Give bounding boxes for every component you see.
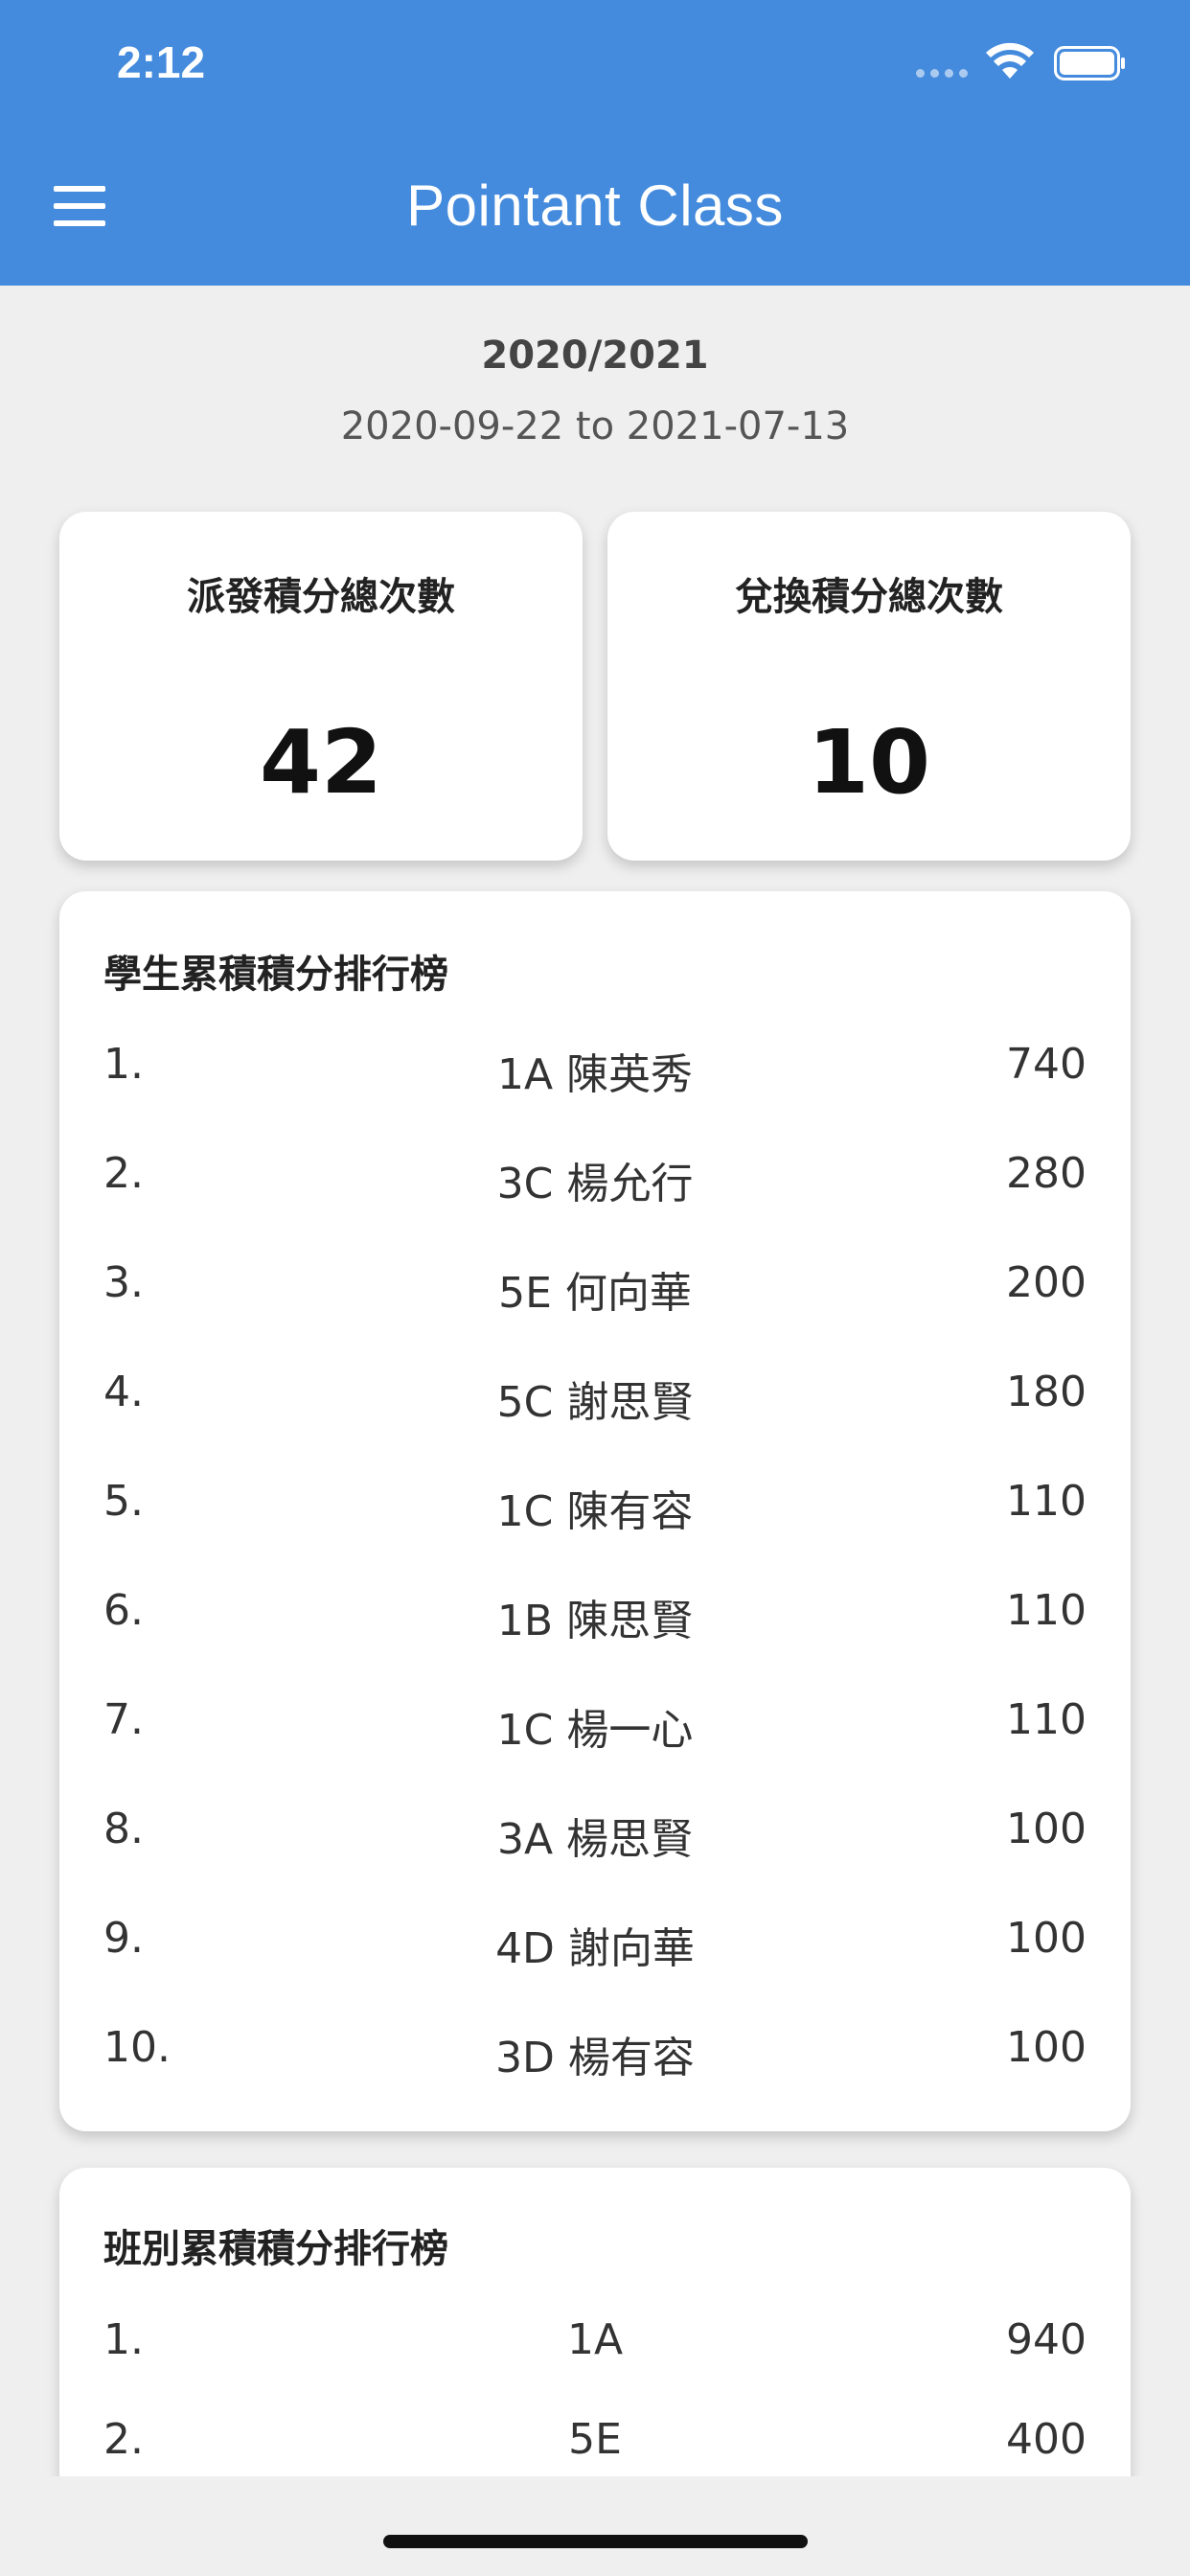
student-rank-row: 6. 1B 陳思賢 110 <box>103 1575 1087 1651</box>
student-name: 3A 楊思賢 <box>496 1815 694 1864</box>
class-rank-row: 1. 1A 940 <box>103 2304 1087 2380</box>
status-time: 2:12 <box>117 37 206 87</box>
class-points: 940 <box>1006 2315 1087 2364</box>
student-name: 1C 楊一心 <box>496 1706 694 1755</box>
class-ranking-title: 班別累積積分排行榜 <box>103 2227 448 2271</box>
student-points: 100 <box>1006 1914 1087 1963</box>
student-rank-row: 3. 5E 何向華 200 <box>103 1247 1087 1323</box>
student-rank-row: 8. 3A 楊思賢 100 <box>103 1793 1087 1870</box>
app-screen: 2:12 Pointant Class 2020/2021 2020-09-22… <box>0 0 1190 2576</box>
student-name: 1C 陳有容 <box>496 1487 694 1536</box>
student-rank-row: 9. 4D 謝向華 100 <box>103 1902 1087 1979</box>
student-rank-row: 1. 1A 陳英秀 740 <box>103 1028 1087 1105</box>
student-points: 180 <box>1006 1368 1087 1416</box>
student-rank-row: 4. 5C 謝思賢 180 <box>103 1356 1087 1433</box>
student-points: 280 <box>1006 1149 1087 1198</box>
redeemed-points-card: 兌換積分總次數 10 <box>607 512 1131 861</box>
student-name: 1A 陳英秀 <box>496 1050 694 1099</box>
class-rank-row: 2. 5E 400 <box>103 2404 1087 2480</box>
student-points: 100 <box>1006 1805 1087 1853</box>
student-name: 1B 陳思賢 <box>496 1597 694 1645</box>
student-ranking-title: 學生累積積分排行榜 <box>103 953 448 997</box>
issued-points-label: 派發積分總次數 <box>187 575 455 619</box>
student-points: 200 <box>1006 1258 1087 1307</box>
date-range: 2020-09-22 to 2021-07-13 <box>340 404 850 448</box>
student-points: 100 <box>1006 2023 1087 2072</box>
student-points: 740 <box>1006 1040 1087 1089</box>
student-name: 3C 楊允行 <box>496 1160 694 1208</box>
student-name: 5C 謝思賢 <box>496 1378 694 1427</box>
student-rank-row: 5. 1C 陳有容 110 <box>103 1465 1087 1542</box>
student-rank-row: 7. 1C 楊一心 110 <box>103 1684 1087 1760</box>
student-points: 110 <box>1006 1695 1087 1744</box>
redeemed-points-label: 兌換積分總次數 <box>735 575 1003 619</box>
bottom-safe-area <box>0 2476 1190 2576</box>
class-name: 5E <box>568 2415 622 2464</box>
student-points: 110 <box>1006 1477 1087 1526</box>
student-points: 110 <box>1006 1586 1087 1635</box>
battery-icon <box>1054 46 1125 80</box>
redeemed-points-value: 10 <box>807 711 931 814</box>
student-name: 5E 何向華 <box>498 1269 692 1318</box>
school-year: 2020/2021 <box>481 334 709 378</box>
student-ranking-card: 學生累積積分排行榜 1. 1A 陳英秀 740 2. 3C 楊允行 280 3.… <box>59 891 1131 2131</box>
student-name: 3D 楊有容 <box>495 2034 695 2082</box>
issued-points-card: 派發積分總次數 42 <box>59 512 583 861</box>
cellular-signal-icon <box>916 69 968 78</box>
issued-points-value: 42 <box>259 711 383 814</box>
class-points: 400 <box>1006 2415 1087 2464</box>
student-rank-row: 2. 3C 楊允行 280 <box>103 1138 1087 1214</box>
app-header: 2:12 Pointant Class <box>0 0 1190 286</box>
app-title: Pointant Class <box>406 173 784 238</box>
class-name: 1A <box>566 2315 624 2364</box>
student-name: 4D 謝向華 <box>495 1924 695 1973</box>
student-rank-row: 10. 3D 楊有容 100 <box>103 2012 1087 2088</box>
home-indicator[interactable] <box>383 2535 808 2548</box>
wifi-icon <box>986 42 1034 79</box>
